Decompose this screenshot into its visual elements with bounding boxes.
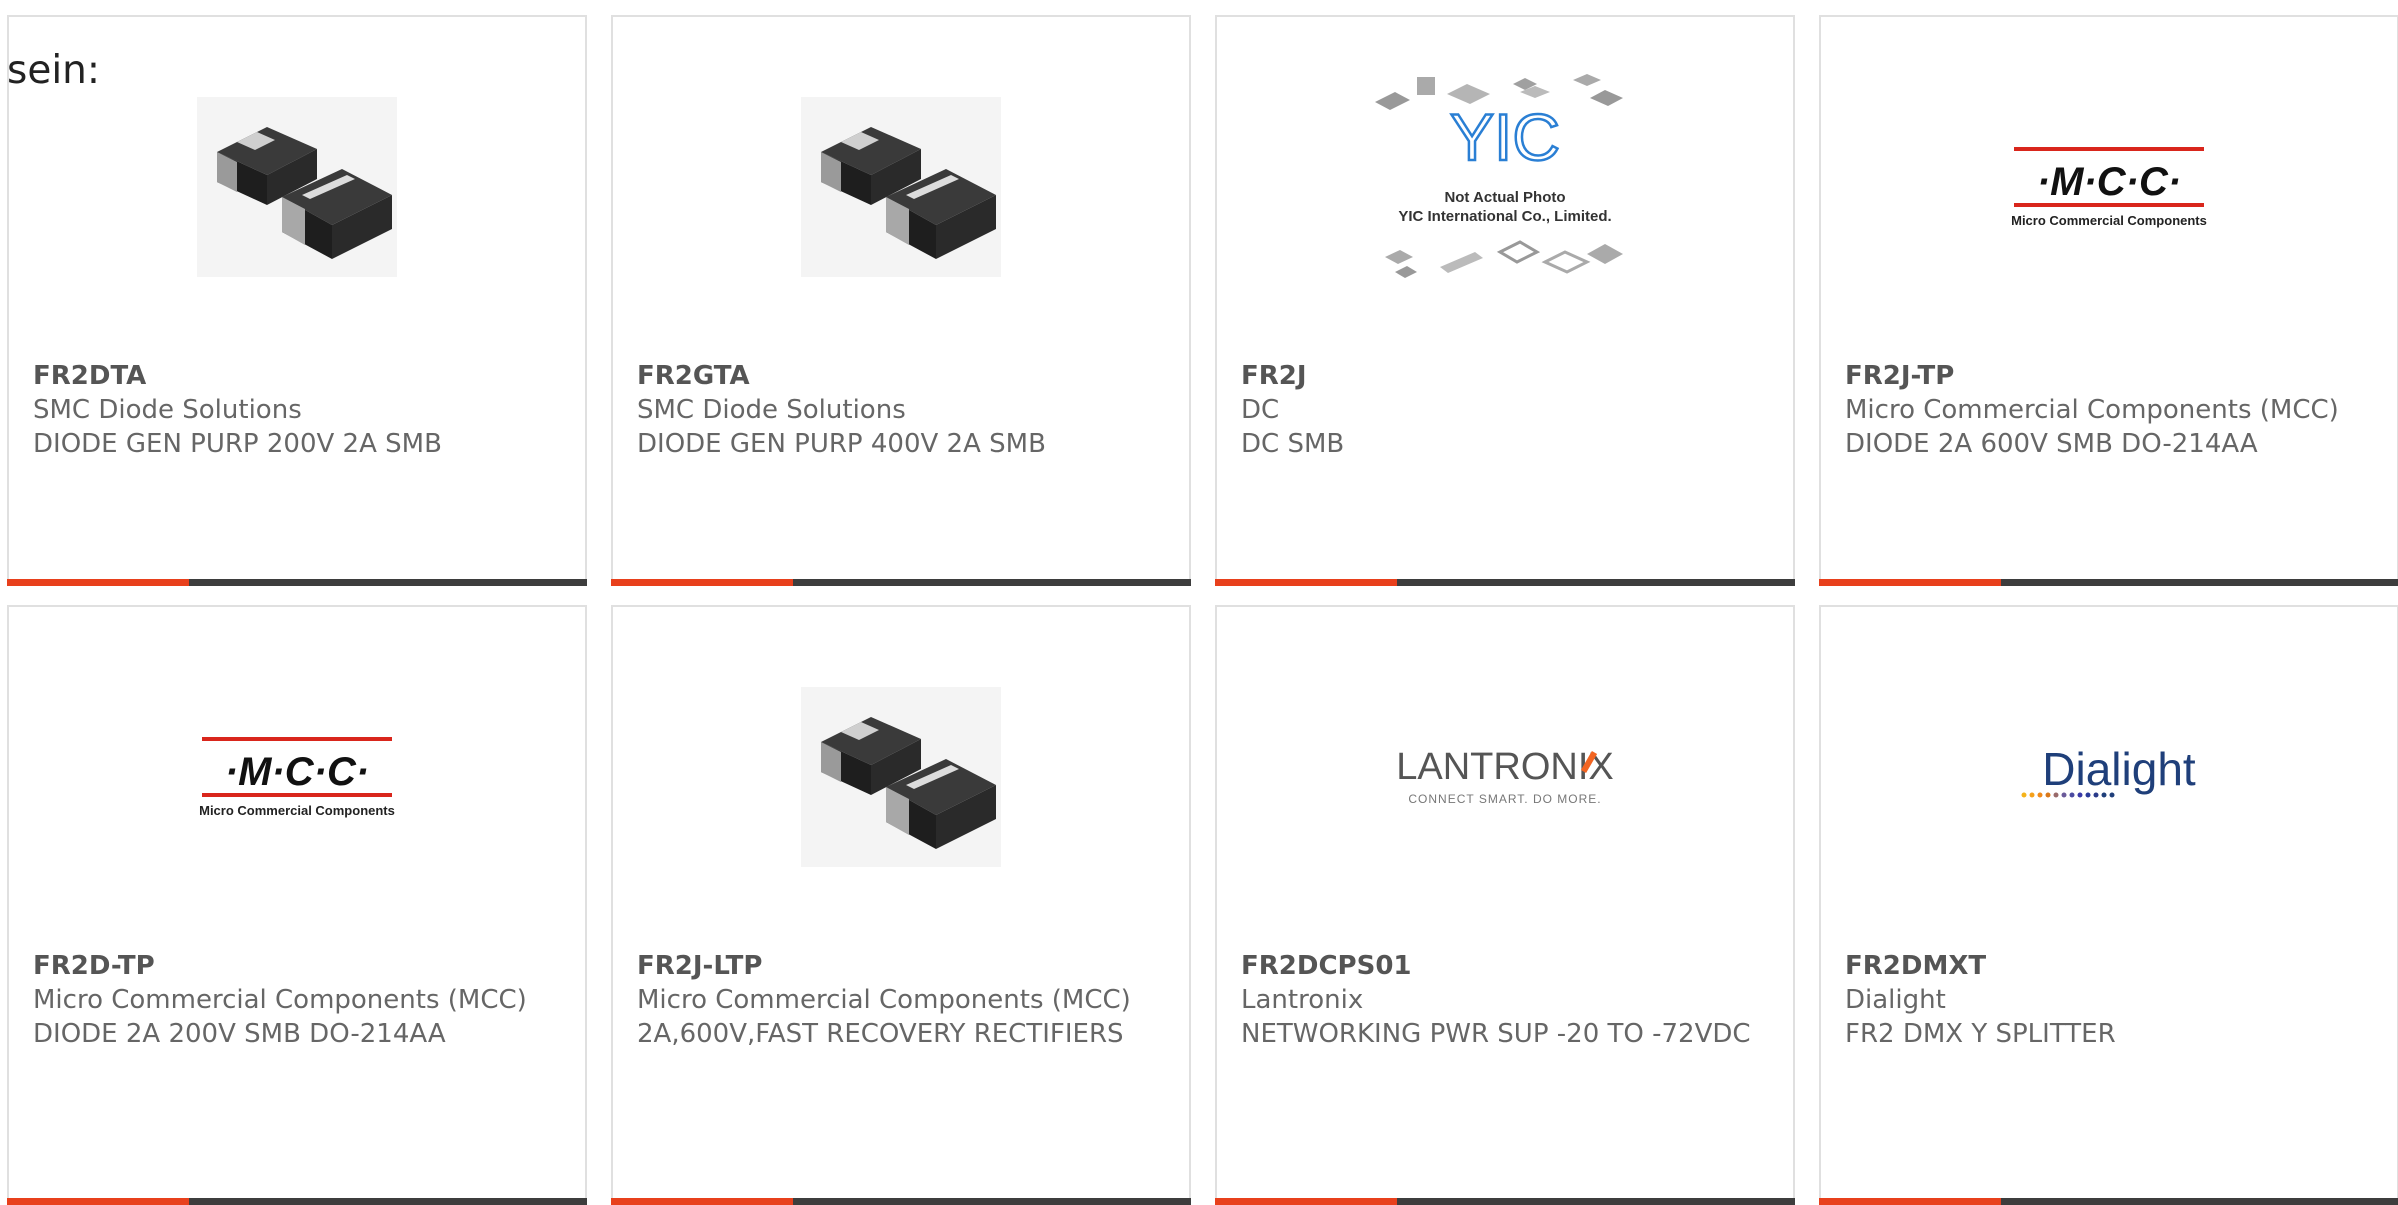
card-bar-accent <box>1215 1198 1397 1205</box>
manufacturer: Dialight <box>1845 985 1946 1015</box>
manufacturer: Micro Commercial Components (MCC) <box>637 985 1131 1015</box>
card-bar-accent <box>1819 1198 2001 1205</box>
card-bar <box>611 1198 1191 1205</box>
svg-text:Dialight: Dialight <box>2042 743 2196 795</box>
description: DIODE GEN PURP 200V 2A SMB <box>33 429 442 459</box>
product-image: YIC Not Actual Photo YIC International C… <box>1217 57 1793 317</box>
description: FR2 DMX Y SPLITTER <box>1845 1019 2116 1049</box>
product-card[interactable]: ·M·C·C· Micro Commercial Components FR2D… <box>7 605 587 1205</box>
smb-diode-icon <box>197 97 397 277</box>
card-bar <box>1215 579 1795 586</box>
part-number[interactable]: FR2D-TP <box>33 949 545 983</box>
mcc-logo-icon: ·M·C·C· Micro Commercial Components <box>199 737 395 818</box>
card-bar <box>1819 579 2398 586</box>
description: DC SMB <box>1241 429 1345 459</box>
card-bar <box>611 579 1191 586</box>
svg-text:Micro Commercial Components: Micro Commercial Components <box>2011 213 2207 228</box>
part-number[interactable]: FR2GTA <box>637 359 1149 393</box>
intro-text: sein: <box>7 48 101 93</box>
svg-text:·M·C·C·: ·M·C·C· <box>2037 160 2181 204</box>
manufacturer: SMC Diode Solutions <box>637 395 906 425</box>
part-number[interactable]: FR2J <box>1241 359 1753 393</box>
card-bar <box>7 1198 587 1205</box>
card-bar-accent <box>1215 579 1397 586</box>
manufacturer: SMC Diode Solutions <box>33 395 302 425</box>
description: DIODE 2A 600V SMB DO-214AA <box>1845 429 2258 459</box>
smb-diode-icon <box>801 97 1001 277</box>
product-card[interactable]: FR2J-LTP Micro Commercial Components (MC… <box>611 605 1191 1205</box>
description: 2A,600V,FAST RECOVERY RECTIFIERS <box>637 1019 1124 1049</box>
product-card[interactable]: LANTRONIX CONNECT SMART. DO MORE. FR2DCP… <box>1215 605 1795 1205</box>
part-number[interactable]: FR2J-LTP <box>637 949 1149 983</box>
product-card[interactable]: YIC Not Actual Photo YIC International C… <box>1215 15 1795 586</box>
lantronix-logo-icon: LANTRONIX CONNECT SMART. DO MORE. <box>1396 746 1613 806</box>
product-image: ·M·C·C· Micro Commercial Components <box>1821 57 2397 317</box>
product-image: LANTRONIX CONNECT SMART. DO MORE. <box>1217 647 1793 907</box>
card-bar-accent <box>1819 579 2001 586</box>
card-bar-accent <box>611 579 793 586</box>
part-number[interactable]: FR2J-TP <box>1845 359 2357 393</box>
card-bar-accent <box>611 1198 793 1205</box>
product-image: Dialight <box>1821 647 2397 907</box>
card-bar-accent <box>7 579 189 586</box>
card-bar <box>1819 1198 2398 1205</box>
product-card[interactable]: Dialight FR2DMXT Dialight FR2 DMX Y SPLI… <box>1819 605 2398 1205</box>
part-number[interactable]: FR2DCPS01 <box>1241 949 1753 983</box>
product-image: ·M·C·C· Micro Commercial Components <box>9 647 585 907</box>
product-image <box>613 57 1189 317</box>
manufacturer: Micro Commercial Components (MCC) <box>1845 395 2339 425</box>
manufacturer: DC <box>1241 395 1280 425</box>
product-card[interactable]: ·M·C·C· Micro Commercial Components FR2J… <box>1819 15 2398 586</box>
svg-text:Micro Commercial Components: Micro Commercial Components <box>199 803 395 818</box>
manufacturer: Lantronix <box>1241 985 1364 1015</box>
svg-text:Not Actual Photo: Not Actual Photo <box>1444 189 1565 206</box>
product-card[interactable]: FR2DTA SMC Diode Solutions DIODE GEN PUR… <box>7 15 587 586</box>
smb-diode-icon <box>801 687 1001 867</box>
product-card[interactable]: FR2GTA SMC Diode Solutions DIODE GEN PUR… <box>611 15 1191 586</box>
card-bar <box>1215 1198 1795 1205</box>
svg-text:·M·C·C·: ·M·C·C· <box>225 750 369 794</box>
card-bar <box>7 579 587 586</box>
part-number[interactable]: FR2DTA <box>33 359 545 393</box>
mcc-logo-icon: ·M·C·C· Micro Commercial Components <box>2011 147 2207 228</box>
svg-text:LANTRONIX: LANTRONIX <box>1396 746 1613 788</box>
part-number[interactable]: FR2DMXT <box>1845 949 2357 983</box>
description: NETWORKING PWR SUP -20 TO -72VDC <box>1241 1019 1751 1049</box>
description: DIODE GEN PURP 400V 2A SMB <box>637 429 1046 459</box>
description: DIODE 2A 200V SMB DO-214AA <box>33 1019 446 1049</box>
svg-text:CONNECT SMART. DO MORE.: CONNECT SMART. DO MORE. <box>1408 792 1601 806</box>
product-image <box>613 647 1189 907</box>
svg-text:YIC: YIC <box>1450 100 1560 174</box>
yic-placeholder-icon: YIC Not Actual Photo YIC International C… <box>1375 74 1623 278</box>
svg-text:YIC International Co., Limited: YIC International Co., Limited. <box>1398 208 1611 225</box>
manufacturer: Micro Commercial Components (MCC) <box>33 985 527 1015</box>
product-image <box>9 57 585 317</box>
card-bar-accent <box>7 1198 189 1205</box>
dialight-logo-icon: Dialight <box>2021 743 2196 798</box>
